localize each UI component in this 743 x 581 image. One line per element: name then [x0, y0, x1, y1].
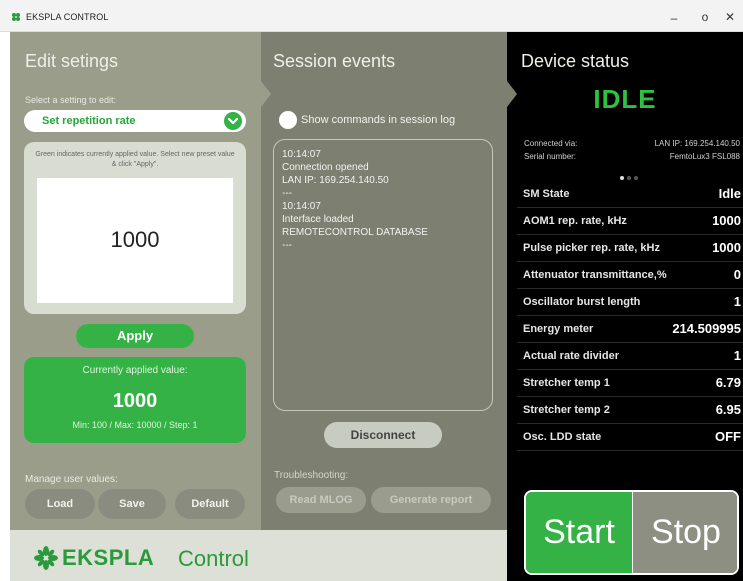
status-label: Actual rate divider — [523, 350, 619, 362]
default-button[interactable]: Default — [175, 489, 245, 519]
page-dot[interactable] — [627, 176, 631, 180]
window-title: EKSPLA CONTROL — [26, 12, 109, 22]
show-commands-label: Show commands in session log — [301, 114, 456, 126]
load-button[interactable]: Load — [25, 489, 95, 519]
serial-number-value: FemtoLux3 FSL088 — [669, 152, 740, 161]
status-label: Attenuator transmittance,% — [523, 269, 667, 281]
chevron-down-icon — [224, 112, 242, 130]
status-row: Energy meter 214.509995 — [517, 316, 743, 343]
status-row: Osc. LDD state OFF — [517, 424, 743, 451]
minimize-button[interactable]: – — [666, 11, 682, 25]
current-value-range: Min: 100 / Max: 10000 / Step: 1 — [72, 420, 198, 430]
status-row: Attenuator transmittance,% 0 — [517, 262, 743, 289]
page-dot[interactable] — [634, 176, 638, 180]
preset-card: Green indicates currently applied value.… — [24, 142, 246, 314]
log-line: Interface loaded — [282, 214, 354, 225]
session-events-heading: Session events — [273, 51, 396, 71]
status-value: OFF — [715, 429, 741, 444]
select-setting-label: Select a setting to edit: — [25, 95, 117, 105]
status-row: AOM1 rep. rate, kHz 1000 — [517, 208, 743, 235]
setting-select[interactable]: Set repetition rate — [24, 110, 246, 132]
maximize-button[interactable]: o — [697, 10, 713, 24]
edit-settings-heading: Edit setings — [25, 51, 119, 71]
start-button[interactable]: Start — [526, 492, 632, 573]
ekspla-logo-icon — [12, 13, 20, 21]
device-status-heading: Device status — [521, 51, 630, 71]
product-name: Control — [178, 546, 249, 571]
status-row: SM State Idle — [517, 181, 743, 208]
page-indicator[interactable] — [620, 167, 644, 180]
preset-value-box[interactable]: 1000 — [37, 178, 233, 303]
status-label: Oscillator burst length — [523, 296, 641, 308]
preset-hint: Green indicates currently applied value.… — [35, 151, 235, 168]
show-commands-radio[interactable] — [279, 111, 297, 129]
status-row: Oscillator burst length 1 — [517, 289, 743, 316]
status-row: Stretcher temp 1 6.79 — [517, 370, 743, 397]
status-label: Stretcher temp 2 — [523, 404, 610, 416]
session-log[interactable]: 10:14:07 Connection opened LAN IP: 169.2… — [273, 139, 493, 411]
status-row: Pulse picker rep. rate, kHz 1000 — [517, 235, 743, 262]
current-value-title: Currently applied value: — [82, 365, 188, 376]
device-state: IDLE — [593, 84, 657, 114]
status-value: 1000 — [712, 213, 741, 228]
status-label: AOM1 rep. rate, kHz — [523, 215, 627, 227]
status-value: 1000 — [712, 240, 741, 255]
status-label: Pulse picker rep. rate, kHz — [523, 242, 660, 254]
status-label: SM State — [523, 188, 570, 200]
status-value: 6.95 — [715, 402, 741, 417]
brand-name: EKSPLA — [62, 545, 155, 570]
status-label: Stretcher temp 1 — [523, 377, 610, 389]
log-line: 10:14:07 — [282, 201, 321, 212]
current-value-box: Currently applied value: 1000 Min: 100 /… — [24, 357, 246, 443]
status-value: 1 — [733, 294, 741, 309]
status-value: Idle — [718, 186, 741, 201]
troubleshooting-label: Troubleshooting: — [274, 470, 349, 481]
status-value: 0 — [733, 267, 741, 282]
start-stop-control: Start Stop — [524, 490, 739, 575]
read-mlog-button[interactable]: Read MLOG — [276, 487, 366, 513]
current-value: 1000 — [112, 390, 158, 412]
apply-button[interactable]: Apply — [76, 324, 194, 348]
manage-user-values-label: Manage user values: — [25, 474, 118, 485]
save-button[interactable]: Save — [98, 489, 166, 519]
log-line: --- — [282, 240, 292, 251]
status-value: 214.509995 — [672, 321, 741, 336]
page-dot[interactable] — [620, 176, 624, 180]
close-button[interactable]: ✕ — [722, 10, 738, 24]
status-value: 6.79 — [715, 375, 741, 390]
log-line: --- — [282, 188, 292, 199]
title-bar: EKSPLA CONTROL – o ✕ — [0, 0, 743, 32]
connected-via-value: LAN IP: 169.254.140.50 — [654, 139, 740, 148]
status-value: 1 — [733, 348, 741, 363]
log-line: Connection opened — [282, 162, 369, 173]
status-row: Actual rate divider 1 — [517, 343, 743, 370]
ekspla-logo-icon — [34, 546, 58, 570]
disconnect-button[interactable]: Disconnect — [324, 422, 442, 448]
panel-arrow-left — [261, 81, 271, 107]
generate-report-button[interactable]: Generate report — [371, 487, 491, 513]
status-label: Osc. LDD state — [523, 431, 602, 443]
preset-value: 1000 — [110, 227, 160, 252]
status-row: Stretcher temp 2 6.95 — [517, 397, 743, 424]
status-label: Energy meter — [523, 323, 594, 335]
log-line: LAN IP: 169.254.140.50 — [282, 175, 389, 186]
selected-setting: Set repetition rate — [42, 115, 136, 127]
serial-number-label: Serial number: — [524, 152, 577, 161]
connected-via-label: Connected via: — [524, 139, 578, 148]
stop-button[interactable]: Stop — [633, 492, 737, 573]
log-line: REMOTECONTROL DATABASE — [282, 227, 428, 238]
log-line: 10:14:07 — [282, 149, 321, 160]
